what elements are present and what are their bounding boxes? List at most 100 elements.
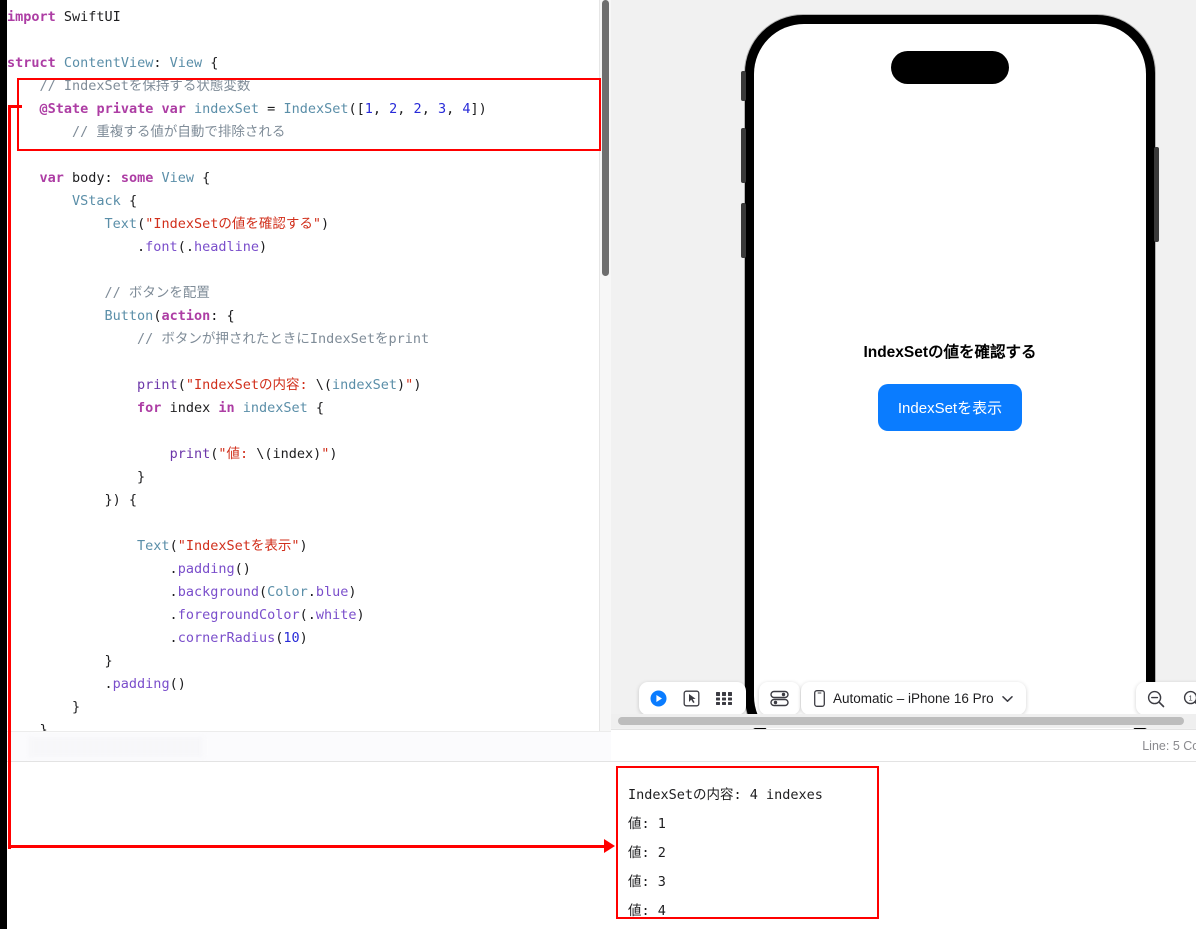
code-token: // ボタンが押されたときにIndexSetをprint	[137, 331, 430, 347]
code-line: // ボタンが押されたときにIndexSetをprint	[7, 328, 599, 351]
play-icon[interactable]	[650, 690, 667, 707]
code-token: white	[315, 607, 357, 623]
zoom-out-icon[interactable]	[1147, 690, 1165, 708]
code-token: var	[39, 170, 64, 186]
window-left-edge	[0, 0, 7, 929]
editor-bottom-bar	[7, 731, 611, 761]
code-token: headline	[193, 239, 259, 255]
code-token: {	[202, 55, 219, 71]
code-line: VStack {	[7, 190, 599, 213]
code-token: print	[137, 377, 178, 393]
code-token: (	[177, 377, 186, 393]
code-token: "IndexSetの内容:	[185, 377, 316, 393]
code-line: }	[7, 696, 599, 719]
code-token: print	[169, 446, 211, 462]
code-token: \(	[315, 377, 332, 393]
code-line: for index in indexSet {	[7, 397, 599, 420]
code-line: .padding()	[7, 673, 599, 696]
code-line: }	[7, 719, 599, 731]
phone-icon	[814, 690, 825, 707]
annotation-box-console-output	[616, 766, 879, 919]
code-token: {	[307, 400, 325, 416]
code-token: cornerRadius	[177, 630, 276, 646]
code-token: "値:	[218, 446, 257, 462]
device-action-button[interactable]	[741, 71, 746, 101]
code-token: }	[7, 699, 81, 715]
code-token: }	[7, 469, 146, 485]
app-content: IndexSetの値を確認する IndexSetを表示	[754, 24, 1146, 731]
code-line: Text("IndexSetの値を確認する")	[7, 213, 599, 236]
code-token: indexSet	[332, 377, 398, 393]
status-bar: Line: 5 Col	[611, 729, 1196, 761]
zoom-actual-size-icon[interactable]: 1	[1183, 690, 1196, 708]
code-token: SwiftUI	[55, 9, 121, 25]
code-line: // ボタンを配置	[7, 282, 599, 305]
device-settings-icon[interactable]	[770, 690, 789, 707]
code-token: )	[258, 239, 268, 255]
preview-horizontal-scrollbar-thumb[interactable]	[618, 717, 1184, 725]
code-token: )	[299, 630, 308, 646]
device-selector[interactable]: Automatic – iPhone 16 Pro	[801, 682, 1026, 715]
device-power-button[interactable]	[1154, 147, 1159, 242]
preview-pane[interactable]: IndexSetの値を確認する IndexSetを表示 Automatic – …	[611, 0, 1196, 731]
code-line: }	[7, 650, 599, 673]
annotation-arrowhead	[604, 839, 615, 853]
code-line: .foregroundColor(.white)	[7, 604, 599, 627]
code-line: }	[7, 466, 599, 489]
editor-vertical-scrollbar-thumb[interactable]	[602, 0, 609, 276]
code-token: padding	[112, 676, 170, 692]
code-token: VStack	[72, 193, 121, 209]
code-line: print("値: \(index)")	[7, 443, 599, 466]
preview-controls-toolbar[interactable]	[639, 682, 746, 715]
code-line: }) {	[7, 489, 599, 512]
code-token: {	[120, 193, 138, 209]
code-token: import	[7, 9, 56, 25]
annotation-box-state-variable	[17, 78, 601, 151]
blurred-toolbar-icons	[29, 736, 204, 758]
code-token: Color	[267, 584, 308, 600]
code-line: print("IndexSetの内容: \(indexSet)")	[7, 374, 599, 397]
code-token: Text	[137, 538, 170, 554]
device-volume-down-button[interactable]	[741, 203, 746, 258]
code-token: blue	[315, 584, 349, 600]
inspect-icon[interactable]	[683, 690, 700, 707]
app-show-indexset-button[interactable]: IndexSetを表示	[877, 383, 1023, 431]
code-token: )	[413, 377, 422, 393]
code-token: foregroundColor	[177, 607, 300, 623]
device-screen[interactable]: IndexSetの値を確認する IndexSetを表示	[754, 24, 1146, 731]
svg-text:1: 1	[1189, 693, 1193, 702]
code-token: .	[7, 676, 113, 692]
code-token: .	[307, 584, 316, 600]
code-token: some	[120, 170, 154, 186]
code-token: indexSet	[242, 400, 308, 416]
annotation-connector-bottom	[8, 845, 610, 848]
device-frame: IndexSetの値を確認する IndexSetを表示	[741, 15, 1159, 731]
code-line: .background(Color.blue)	[7, 581, 599, 604]
code-line: .cornerRadius(10)	[7, 627, 599, 650]
code-token: )	[397, 377, 406, 393]
zoom-controls-toolbar[interactable]: 1	[1136, 682, 1196, 715]
chevron-down-icon[interactable]	[1001, 695, 1013, 703]
code-token: View	[161, 170, 194, 186]
code-token: ContentView	[63, 55, 154, 71]
code-token: )	[329, 446, 338, 462]
code-token: .	[7, 239, 146, 255]
code-token: action	[161, 308, 211, 324]
code-token: 10	[283, 630, 300, 646]
device-volume-up-button[interactable]	[741, 128, 746, 183]
code-token: }	[7, 653, 113, 669]
code-token: }) {	[7, 492, 138, 508]
variants-icon[interactable]	[716, 692, 735, 705]
device-settings-toolbar[interactable]	[759, 682, 800, 715]
